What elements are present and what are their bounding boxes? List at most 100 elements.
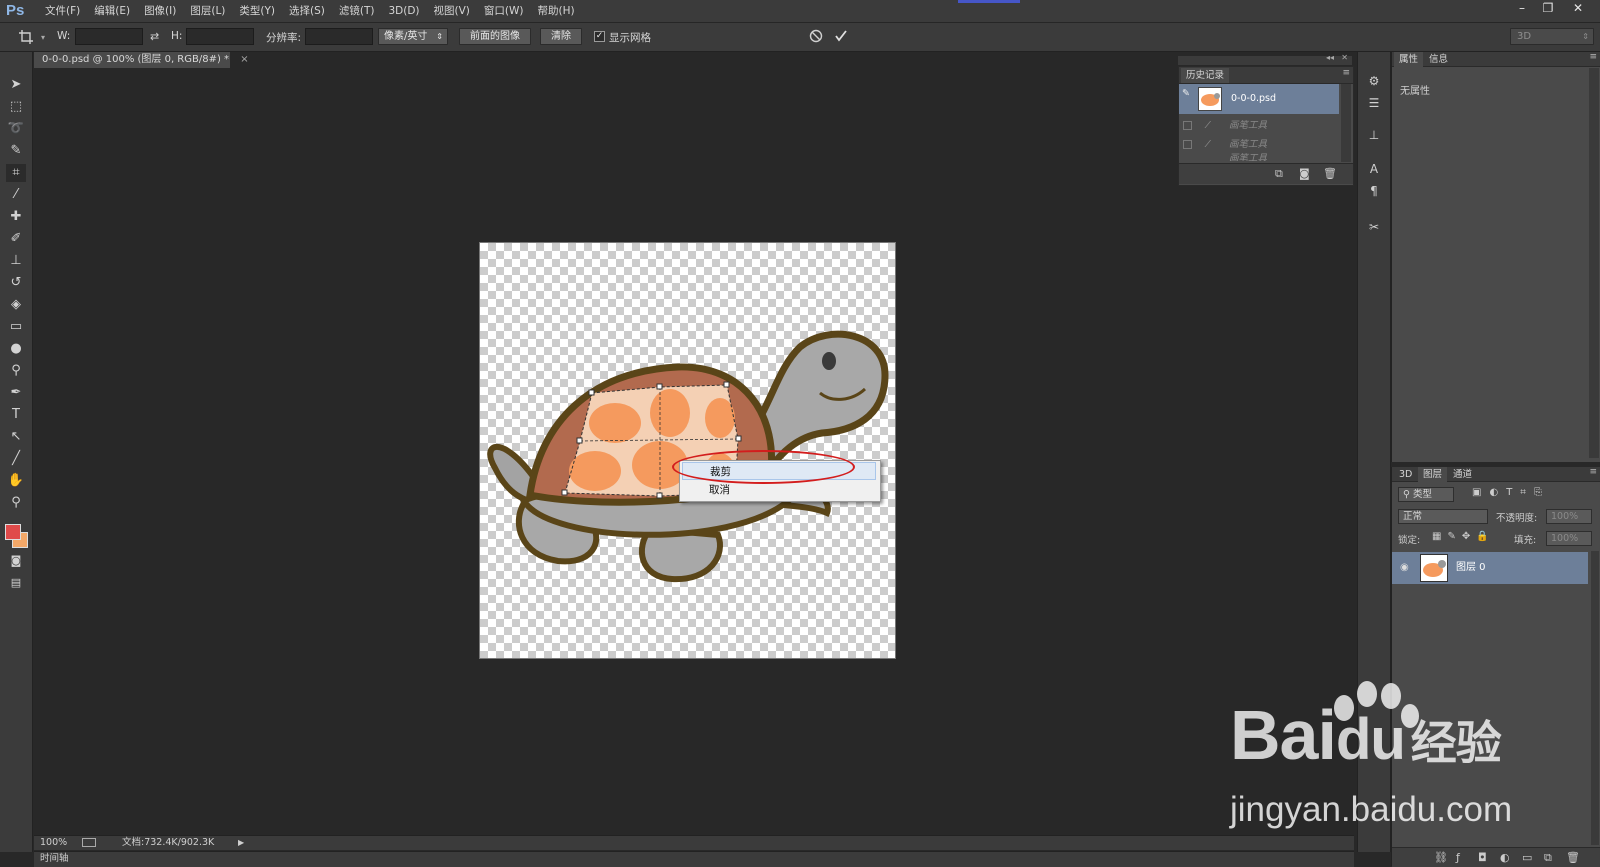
clear-button[interactable]: 清除 <box>540 28 582 45</box>
history-panel-icon[interactable]: ⚙ <box>1364 72 1384 90</box>
workspace-select[interactable]: 3D ⇕ <box>1510 28 1594 45</box>
show-grid-checkbox[interactable]: ✓ <box>594 31 605 42</box>
commit-transform-icon[interactable] <box>833 28 849 44</box>
timeline-label[interactable]: 时间轴 <box>40 852 69 866</box>
history-snapshot[interactable]: ✎ 0-0-0.psd <box>1179 84 1339 114</box>
new-group-icon[interactable]: ▭ <box>1522 851 1532 864</box>
restore-button[interactable]: ❐ <box>1536 0 1560 16</box>
tab-3d[interactable]: 3D <box>1394 467 1417 482</box>
swap-icon[interactable]: ⇄ <box>150 30 159 43</box>
panel-menu-icon[interactable]: ≡ <box>1342 68 1350 78</box>
history-step[interactable]: ⁄ 画笔工具 <box>1179 135 1339 154</box>
menu-file[interactable]: 文件(F) <box>38 0 87 22</box>
foreground-color-swatch[interactable] <box>5 524 21 540</box>
menu-view[interactable]: 视图(V) <box>427 0 477 22</box>
lasso-tool-icon[interactable]: ➰ <box>6 120 26 138</box>
new-document-icon[interactable]: ⧉ <box>1275 167 1283 181</box>
history-step[interactable]: ⁄ 画笔工具 <box>1179 116 1339 135</box>
blur-tool-icon[interactable]: ● <box>6 340 26 358</box>
pen-tool-icon[interactable]: ✒ <box>6 384 26 402</box>
collapse-icon[interactable]: ◂◂ <box>1326 53 1334 62</box>
history-step[interactable]: 画笔工具 <box>1179 153 1339 161</box>
eye-icon[interactable]: ◉ <box>1400 552 1409 584</box>
tab-properties[interactable]: 属性 <box>1394 52 1424 67</box>
tool-presets-icon[interactable]: ✂ <box>1364 218 1384 236</box>
close-icon[interactable]: ✕ <box>1341 53 1348 62</box>
paragraph-panel-icon[interactable]: ¶ <box>1364 182 1384 200</box>
gradient-tool-icon[interactable]: ▭ <box>6 318 26 336</box>
crop-tool-icon[interactable]: ⌗ <box>6 164 26 182</box>
document-tab[interactable]: 0-0-0.psd @ 100% (图层 0, RGB/8#) * × <box>34 52 249 68</box>
chevron-down-icon[interactable]: ▾ <box>41 33 45 42</box>
menu-edit[interactable]: 编辑(E) <box>87 0 137 22</box>
character-panel-icon[interactable]: A <box>1364 160 1384 178</box>
adjustment-filter-icon[interactable]: ◐ <box>1489 487 1506 498</box>
width-input[interactable] <box>75 28 143 45</box>
layers-scrollbar[interactable] <box>1591 551 1599 845</box>
move-tool-icon[interactable]: ➤ <box>6 76 26 94</box>
new-layer-icon[interactable]: ⧉ <box>1544 851 1552 865</box>
add-mask-icon[interactable]: ◘ <box>1478 851 1487 864</box>
panel-menu-icon[interactable]: ≡ <box>1589 467 1597 477</box>
lock-transparency-icon[interactable]: ▦ <box>1432 531 1447 542</box>
menu-3d[interactable]: 3D(D) <box>381 0 426 22</box>
tab-history[interactable]: 历史记录 <box>1181 68 1230 83</box>
path-selection-tool-icon[interactable]: ↖ <box>6 428 26 446</box>
shape-filter-icon[interactable]: ⌗ <box>1520 487 1534 498</box>
document-canvas[interactable] <box>479 242 896 659</box>
menu-window[interactable]: 窗口(W) <box>477 0 531 22</box>
menu-image[interactable]: 图像(I) <box>137 0 183 22</box>
eraser-tool-icon[interactable]: ◈ <box>6 296 26 314</box>
blend-mode-select[interactable]: 正常 <box>1398 509 1488 524</box>
resolution-unit-select[interactable]: 像素/英寸 ⇕ <box>378 28 448 45</box>
adjustment-layer-icon[interactable]: ◐ <box>1500 851 1510 864</box>
properties-scrollbar[interactable] <box>1589 68 1599 458</box>
marquee-tool-icon[interactable]: ⬚ <box>6 98 26 116</box>
brush-tool-icon[interactable]: ✐ <box>6 230 26 248</box>
dodge-tool-icon[interactable]: ⚲ <box>6 362 26 380</box>
fx-icon[interactable]: ƒ <box>1456 851 1460 864</box>
history-scrollbar[interactable] <box>1341 84 1351 162</box>
layer-filter-select[interactable]: ⚲ 类型 <box>1398 487 1454 502</box>
menu-help[interactable]: 帮助(H) <box>531 0 582 22</box>
panel-menu-icon[interactable]: ≡ <box>1589 52 1597 62</box>
lock-position-icon[interactable]: ✥ <box>1462 531 1476 542</box>
opacity-input[interactable]: 100% <box>1546 509 1592 524</box>
lock-all-icon[interactable]: 🔒 <box>1476 531 1494 542</box>
screen-mode-icon[interactable]: ▤ <box>6 574 26 592</box>
crop-tool-preset-icon[interactable] <box>18 29 34 45</box>
history-step-checkbox[interactable] <box>1183 121 1192 130</box>
hand-tool-icon[interactable]: ✋ <box>6 472 26 490</box>
close-button[interactable]: ✕ <box>1566 0 1590 16</box>
quick-mask-icon[interactable]: ◙ <box>6 552 26 570</box>
clone-source-icon[interactable]: ⊥ <box>1364 126 1384 144</box>
adjustments-icon[interactable]: ☰ <box>1364 94 1384 112</box>
menu-select[interactable]: 选择(S) <box>282 0 332 22</box>
healing-brush-tool-icon[interactable]: ✚ <box>6 208 26 226</box>
lock-pixels-icon[interactable]: ✎ <box>1447 531 1461 542</box>
resolution-input[interactable] <box>305 28 373 45</box>
link-layers-icon[interactable]: ⛓ <box>1434 851 1448 864</box>
close-icon[interactable]: × <box>240 54 248 65</box>
history-brush-tool-icon[interactable]: ↺ <box>6 274 26 292</box>
quick-select-tool-icon[interactable]: ✎ <box>6 142 26 160</box>
zoom-tool-icon[interactable]: ⚲ <box>6 494 26 512</box>
camera-icon[interactable]: ◙ <box>1299 167 1310 180</box>
line-tool-icon[interactable]: ╱ <box>6 450 26 468</box>
type-tool-icon[interactable]: T <box>6 406 26 424</box>
cancel-transform-icon[interactable] <box>808 28 824 44</box>
menu-layer[interactable]: 图层(L) <box>183 0 232 22</box>
minimize-button[interactable]: – <box>1510 0 1534 16</box>
fill-input[interactable]: 100% <box>1546 531 1592 546</box>
image-filter-icon[interactable]: ▣ <box>1472 487 1489 498</box>
front-image-button[interactable]: 前面的图像 <box>459 28 531 45</box>
zoom-level[interactable]: 100% <box>40 836 67 850</box>
history-step-checkbox[interactable] <box>1183 140 1192 149</box>
height-input[interactable] <box>186 28 254 45</box>
smart-object-filter-icon[interactable]: ⎘ <box>1534 487 1550 498</box>
tab-layers[interactable]: 图层 <box>1418 467 1448 482</box>
menu-type[interactable]: 类型(Y) <box>232 0 282 22</box>
trash-icon[interactable]: 🗑 <box>1323 167 1337 180</box>
eyedropper-tool-icon[interactable]: ⁄ <box>6 186 26 204</box>
trash-icon[interactable]: 🗑 <box>1566 851 1580 864</box>
